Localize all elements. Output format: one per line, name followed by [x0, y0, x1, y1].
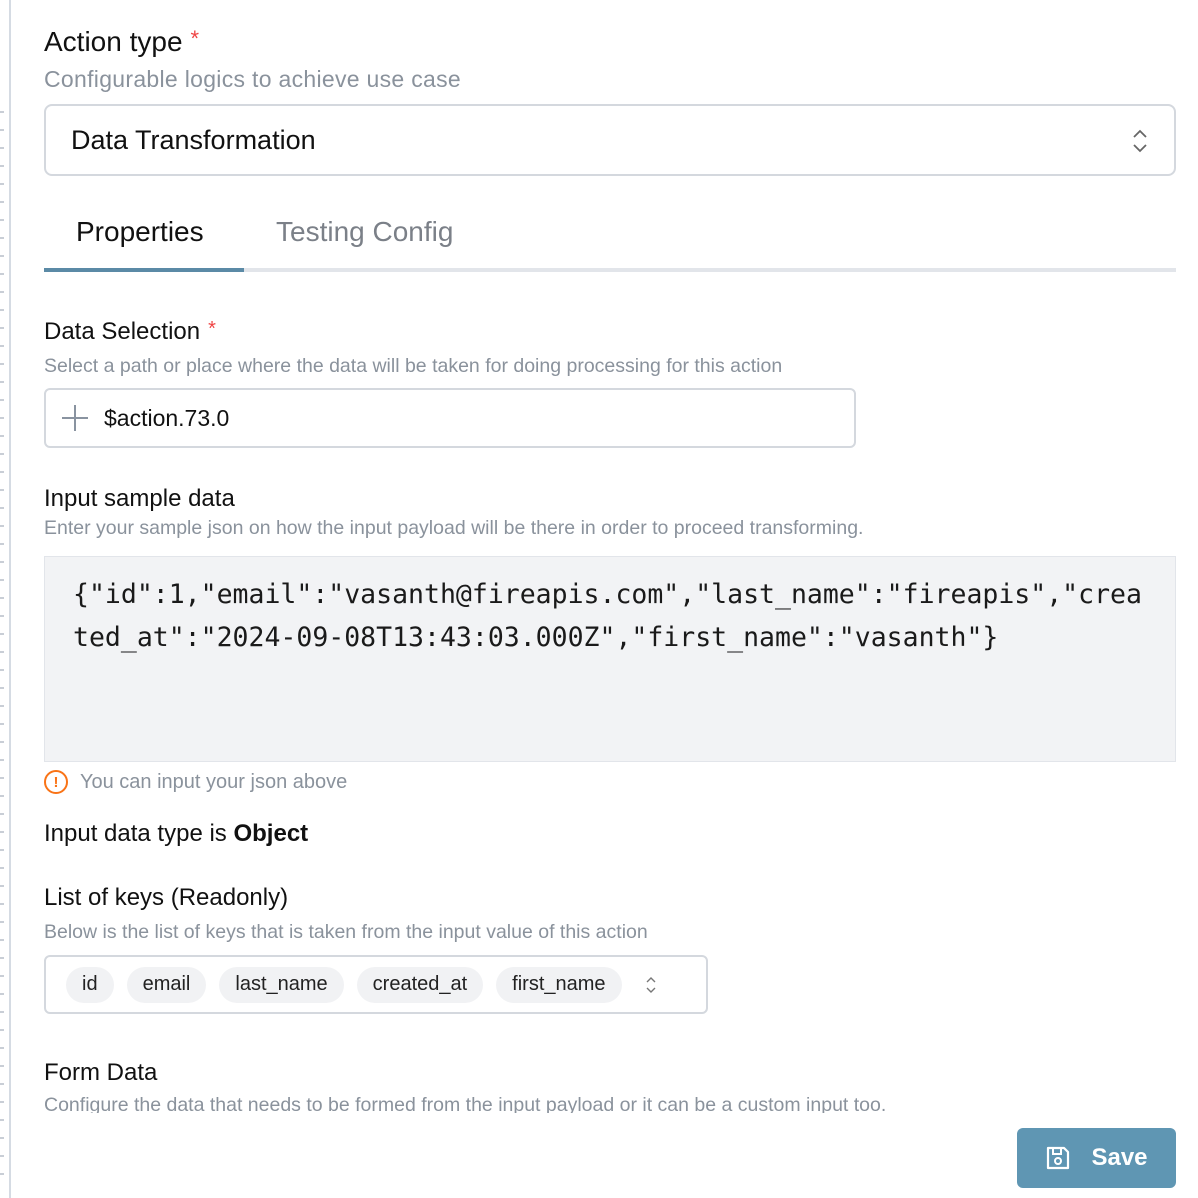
key-chip: id [66, 966, 114, 1003]
action-type-select[interactable]: Data Transformation [44, 104, 1176, 176]
save-label: Save [1091, 1144, 1148, 1171]
data-selection-description: Select a path or place where the data wi… [44, 355, 783, 377]
alert-circle-icon: ! [44, 770, 68, 794]
tab-properties[interactable]: Properties [76, 216, 204, 248]
json-hint-text: You can input your json above [80, 770, 348, 793]
tab-bar: Properties Testing Config [44, 196, 1176, 272]
keys-multiselect[interactable]: id email last_name created_at first_name [44, 955, 708, 1014]
json-hint: ! You can input your json above [44, 770, 347, 794]
chevron-up-down-icon [1133, 129, 1147, 153]
key-chip: last_name [219, 966, 344, 1003]
save-button[interactable]: Save [1017, 1128, 1176, 1188]
required-marker: * [190, 26, 200, 51]
keys-label: List of keys (Readonly) [44, 884, 289, 911]
active-tab-indicator [44, 268, 244, 272]
key-chip: email [126, 966, 207, 1003]
input-data-type: Input data type is Object [44, 820, 309, 847]
form-data-label: Form Data [44, 1059, 158, 1086]
action-type-label: Action type * [44, 26, 200, 57]
key-chip: first_name [496, 966, 622, 1003]
panel-divider [9, 0, 11, 1198]
input-sample-label: Input sample data [44, 485, 235, 512]
form-data-description: Configure the data that needs to be form… [44, 1094, 887, 1113]
tab-testing-config[interactable]: Testing Config [276, 216, 453, 248]
properties-panel[interactable]: Action type * Configurable logics to achi… [44, 0, 1176, 1113]
canvas-grid [0, 95, 4, 1175]
action-type-value: Data Transformation [71, 124, 316, 155]
data-type-value: Object [233, 820, 309, 847]
keys-description: Below is the list of keys that is taken … [44, 921, 648, 943]
required-marker: * [208, 318, 216, 340]
input-sample-description: Enter your sample json on how the input … [44, 517, 864, 539]
key-chip: created_at [356, 966, 484, 1003]
save-icon [1047, 1146, 1070, 1170]
json-editor[interactable]: {"id":1,"email":"vasanth@fireapis.com","… [44, 556, 1176, 762]
plus-icon[interactable] [62, 405, 88, 431]
data-selection-label: Data Selection * [44, 318, 216, 345]
action-type-description: Configurable logics to achieve use case [44, 66, 461, 92]
data-selection-input[interactable]: $action.73.0 [44, 388, 856, 448]
data-selection-value: $action.73.0 [104, 404, 230, 431]
chevron-up-down-icon [646, 976, 656, 993]
